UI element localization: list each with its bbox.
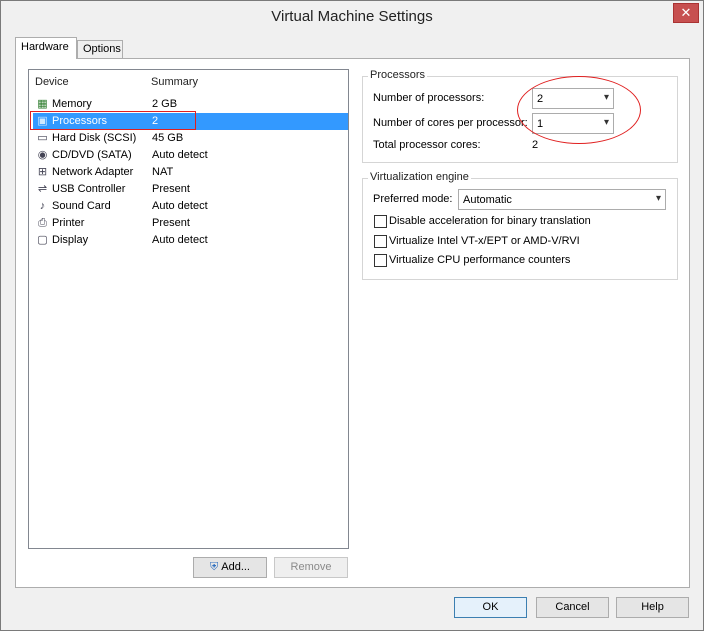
- num-processors-label: Number of processors:: [373, 92, 485, 104]
- total-cores-label: Total processor cores:: [373, 139, 481, 151]
- speaker-icon: ♪: [39, 200, 46, 212]
- summary-column-header[interactable]: Summary: [151, 76, 198, 88]
- add-device-button[interactable]: ⛨ Add...: [193, 557, 267, 578]
- preferred-mode-value: Automatic: [463, 194, 512, 206]
- cancel-button[interactable]: Cancel: [536, 597, 609, 618]
- device-name: CD/DVD (SATA): [52, 149, 132, 161]
- monitor-icon: ▢: [37, 234, 48, 246]
- hard-disk-icon: ▭: [37, 132, 48, 144]
- cores-per-processor-select[interactable]: 1 ▾: [532, 113, 614, 134]
- num-processors-select[interactable]: 2 ▾: [532, 88, 614, 109]
- printer-icon: ⎙: [38, 217, 47, 229]
- add-button-label: Add...: [221, 561, 250, 573]
- device-name: Memory: [52, 98, 92, 110]
- device-name: Hard Disk (SCSI): [52, 132, 137, 144]
- preferred-mode-select[interactable]: Automatic ▾: [458, 189, 666, 210]
- device-summary: 45 GB: [152, 132, 184, 144]
- shield-icon: ⛨: [210, 561, 219, 573]
- device-row-processors[interactable]: ▣ Processors 2: [33, 113, 348, 130]
- usb-icon: ⇌: [37, 183, 48, 195]
- device-row-cd-dvd[interactable]: ◉ CD/DVD (SATA) Auto detect: [33, 147, 348, 164]
- cd-dvd-icon: ◉: [37, 149, 48, 161]
- chevron-down-icon: ▾: [603, 117, 609, 128]
- tab-options[interactable]: Options: [77, 40, 123, 58]
- remove-device-button[interactable]: Remove: [274, 557, 348, 578]
- virtualization-group-title: Virtualization engine: [368, 171, 471, 183]
- device-summary: Auto detect: [152, 200, 208, 212]
- device-name: Sound Card: [52, 200, 111, 212]
- tab-hardware[interactable]: Hardware: [15, 37, 77, 59]
- preferred-mode-label: Preferred mode:: [373, 193, 453, 205]
- processors-group-title: Processors: [368, 69, 428, 81]
- virtualize-vtx-checkbox[interactable]: [374, 235, 387, 248]
- chevron-down-icon: ▾: [655, 193, 661, 204]
- device-summary: 2 GB: [152, 98, 178, 110]
- ok-button[interactable]: OK: [454, 597, 527, 618]
- device-row-printer[interactable]: ⎙ Printer Present: [33, 215, 348, 232]
- device-row-memory[interactable]: ▦ Memory 2 GB: [33, 96, 348, 113]
- device-summary: NAT: [152, 166, 174, 178]
- cores-per-processor-label: Number of cores per processor:: [373, 117, 528, 129]
- memory-icon: ▦: [37, 98, 48, 110]
- device-name: USB Controller: [52, 183, 126, 195]
- disable-acceleration-checkbox[interactable]: [374, 215, 387, 228]
- device-column-header[interactable]: Device: [35, 76, 69, 88]
- help-button[interactable]: Help: [616, 597, 689, 618]
- network-adapter-icon: ⊞: [37, 166, 48, 178]
- device-row-display[interactable]: ▢ Display Auto detect: [33, 232, 348, 249]
- device-name: Processors: [52, 115, 108, 127]
- device-summary: Present: [152, 217, 190, 229]
- device-summary: 2: [152, 115, 159, 127]
- cores-per-processor-value: 1: [537, 118, 544, 130]
- vm-settings-window: Virtual Machine Settings ✕ Hardware Opti…: [0, 0, 704, 631]
- device-list[interactable]: Device Summary ▦ Memory 2 GB ▣ Processor…: [28, 69, 349, 549]
- chevron-down-icon: ▾: [603, 92, 609, 103]
- device-row-network-adapter[interactable]: ⊞ Network Adapter NAT: [33, 164, 348, 181]
- device-row-sound-card[interactable]: ♪ Sound Card Auto detect: [33, 198, 348, 215]
- processor-icon: ▣: [37, 115, 48, 127]
- close-button[interactable]: ✕: [673, 3, 699, 23]
- device-summary: Present: [152, 183, 190, 195]
- device-summary: Auto detect: [152, 149, 208, 161]
- virtualize-perf-counters-checkbox[interactable]: [374, 254, 387, 267]
- device-name: Printer: [52, 217, 85, 229]
- num-processors-value: 2: [537, 93, 544, 105]
- device-summary: Auto detect: [152, 234, 208, 246]
- title-bar[interactable]: Virtual Machine Settings ✕: [1, 1, 703, 31]
- virtualize-perf-counters-label[interactable]: Virtualize CPU performance counters: [389, 254, 570, 266]
- device-row-usb-controller[interactable]: ⇌ USB Controller Present: [33, 181, 348, 198]
- window-title: Virtual Machine Settings: [271, 8, 433, 25]
- device-row-hard-disk[interactable]: ▭ Hard Disk (SCSI) 45 GB: [33, 130, 348, 147]
- disable-acceleration-label[interactable]: Disable acceleration for binary translat…: [389, 215, 591, 227]
- virtualize-vtx-label[interactable]: Virtualize Intel VT-x/EPT or AMD-V/RVI: [389, 235, 580, 247]
- device-name: Network Adapter: [52, 166, 134, 178]
- total-cores-value: 2: [532, 139, 539, 151]
- device-name: Display: [52, 234, 89, 246]
